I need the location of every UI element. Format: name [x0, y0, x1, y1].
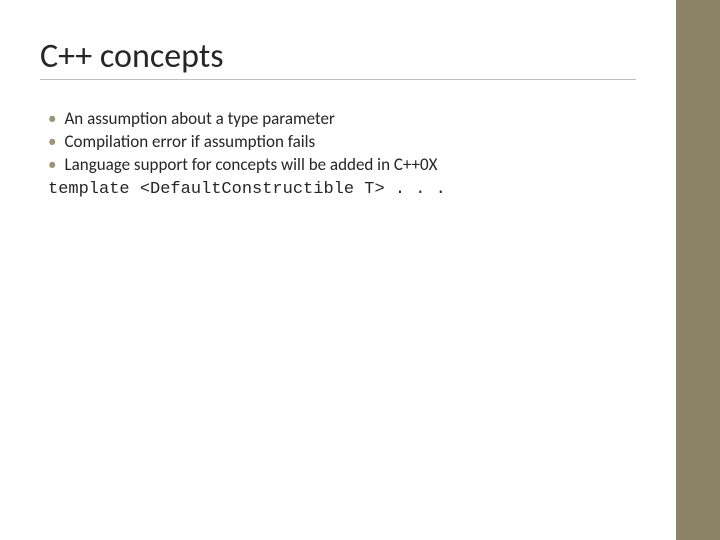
slide-title: C++ concepts	[40, 36, 636, 77]
slide-content: • An assumption about a type parameter •…	[40, 108, 636, 202]
bullet-dot-icon: •	[48, 108, 56, 131]
slide-body: C++ concepts • An assumption about a typ…	[0, 0, 676, 540]
bullet-dot-icon: •	[48, 154, 56, 177]
bullet-dot-icon: •	[48, 131, 56, 154]
bullet-text: Language support for concepts will be ad…	[64, 154, 636, 177]
accent-sidebar	[676, 0, 720, 540]
bullet-item: • An assumption about a type parameter	[48, 108, 636, 131]
code-line: template <DefaultConstructible T> . . .	[48, 179, 636, 202]
bullet-text: An assumption about a type parameter	[64, 108, 636, 131]
bullet-text: Compilation error if assumption fails	[64, 131, 636, 154]
bullet-item: • Compilation error if assumption fails	[48, 131, 636, 154]
bullet-item: • Language support for concepts will be …	[48, 154, 636, 177]
title-underline	[40, 79, 636, 80]
